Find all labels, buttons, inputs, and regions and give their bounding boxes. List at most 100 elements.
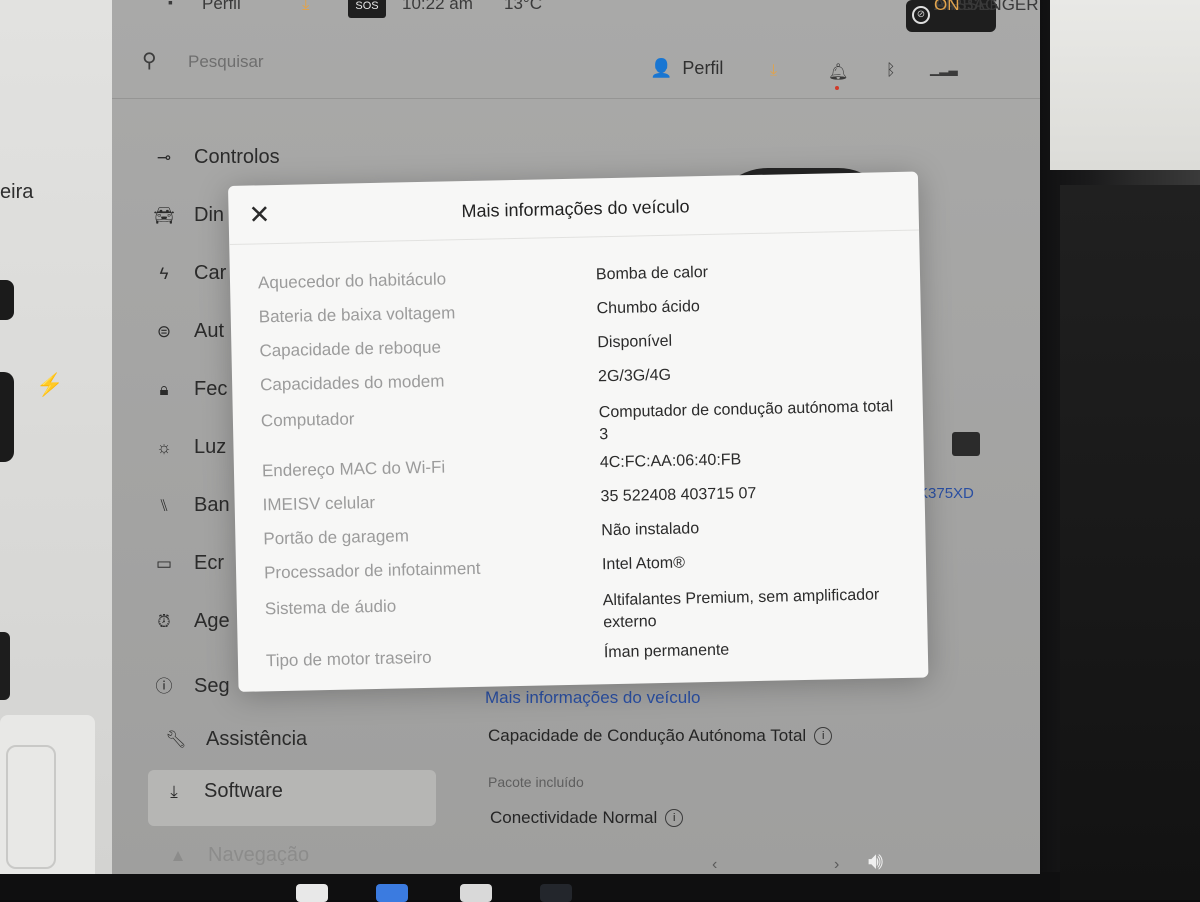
chevron-right-icon[interactable]: › <box>834 856 839 874</box>
status-download-icon: ⤓ <box>302 0 310 13</box>
sidebar-item-label: Seg <box>194 675 230 697</box>
dock-app-media[interactable] <box>376 884 408 902</box>
profile-label: Perfil <box>682 58 724 78</box>
topbar-divider <box>112 98 1040 99</box>
bluetooth-icon[interactable]: ᛒ <box>886 62 896 80</box>
search-input[interactable] <box>186 50 390 74</box>
dock-app-apps[interactable] <box>460 884 492 902</box>
panel-handle[interactable] <box>0 632 10 700</box>
sidebar-item-label: Luz <box>194 436 227 458</box>
charging-bolt-icon: ⚡ <box>36 372 64 397</box>
seat-icon: ⑊ <box>158 496 170 515</box>
info-key: Bateria de baixa voltagem <box>258 303 456 327</box>
info-value: Íman permanente <box>603 641 730 662</box>
info-row: Capacidade de reboque Disponível <box>259 328 899 361</box>
status-temperature: 13°C <box>504 0 542 13</box>
sidebar-item-autopilot[interactable]: ⊜ Aut <box>152 320 224 356</box>
modal-title: Mais informações do veículo <box>461 196 690 222</box>
sidebar-item-fechos[interactable]: 🔒︎ Fec <box>152 378 227 414</box>
sidebar-item-label: Navegação <box>208 844 310 866</box>
volume-icon[interactable]: 🔊︎ <box>868 848 883 874</box>
info-row: Capacidades do modem 2G/3G/4G <box>260 362 900 395</box>
sidebar-item-label: Fec <box>194 378 228 400</box>
info-key: Sistema de áudio <box>264 596 397 619</box>
sidebar-item-dinamica[interactable]: 🚘︎ Din <box>152 204 224 240</box>
more-vehicle-info-link[interactable]: Mais informações do veículo <box>485 688 700 708</box>
background-interior <box>1060 185 1200 900</box>
signal-icon: ▁▂▃ <box>930 62 958 76</box>
sidebar-item-label: Car <box>194 262 227 284</box>
profile-button[interactable]: 👤 Perfil <box>650 58 723 79</box>
display-icon: ▭ <box>155 554 173 573</box>
info-key: Portão de garagem <box>263 526 410 549</box>
alarm-icon: ⏰︎ <box>157 612 171 631</box>
info-icon[interactable]: i <box>665 809 684 827</box>
info-icon[interactable]: i <box>814 727 833 745</box>
info-value: Altifalantes Premium, sem amplificador e… <box>602 586 880 632</box>
sidebar-item-carregamento[interactable]: ϟ Car <box>152 262 227 298</box>
dock-app-navigation[interactable] <box>540 884 572 902</box>
chevron-left-icon[interactable]: ‹ <box>712 856 717 874</box>
info-key: Capacidades do modem <box>259 371 445 395</box>
sidebar-item-controlos[interactable]: ⊸ Controlos <box>152 146 280 182</box>
sidebar-item-software[interactable]: ⤓ Software <box>148 770 436 826</box>
info-value: Disponível <box>597 332 673 352</box>
info-value: Não instalado <box>601 520 700 540</box>
wrench-icon: 🔧︎ <box>165 730 187 749</box>
sidebar-item-luzes[interactable]: ☼ Luz <box>152 436 226 472</box>
info-row: IMEISV celular 35 522408 403715 07 <box>262 482 902 514</box>
screen-bezel-bottom <box>0 872 1060 900</box>
info-row: Endereço MAC do Wi-Fi 4C:FC:AA:06:40:FB <box>262 448 902 480</box>
background-window <box>1050 0 1200 170</box>
dock-app-phone[interactable] <box>296 884 328 902</box>
info-key: Processador de infotainment <box>263 558 481 583</box>
bell-icon[interactable]: 🔔︎ <box>828 62 848 82</box>
status-bar: ▪ Perfil ⤓ SOS 10:22 am 13°C ⊘ PASSENGER… <box>112 0 1040 32</box>
info-key: Aquecedor do habitáculo <box>257 269 447 293</box>
info-value: Intel Atom® <box>601 554 686 574</box>
sidebar-item-label: Controlos <box>194 146 280 168</box>
sidebar-item-assistencia[interactable]: 🔧︎ Assistência <box>164 728 307 764</box>
info-key: Tipo de motor traseiro <box>265 647 432 671</box>
info-value: 4C:FC:AA:06:40:FB <box>599 451 742 472</box>
sidebar-item-agenda[interactable]: ⏰︎ Age <box>152 610 230 646</box>
info-row: Processador de infotainment Intel Atom® <box>264 550 904 583</box>
sidebar-item-seguranca[interactable]: ⓘ Seg <box>152 672 230 708</box>
light-icon: ☼ <box>156 438 172 457</box>
car-icon: 🚘︎ <box>153 206 175 225</box>
connectivity-title-text: Conectividade Normal <box>490 808 658 827</box>
status-profile-label[interactable]: Perfil <box>202 0 241 14</box>
touchscreen: eira ⚡ ▪ Perfil ⤓ SOS 10:22 am 13°C ⊘ PA… <box>0 0 1040 874</box>
info-row: Sistema de áudio Altifalantes Premium, se… <box>265 586 905 631</box>
download-icon: ⤓ <box>170 782 178 801</box>
airbag-icon: ⊘ <box>912 6 930 24</box>
car-thumbnail[interactable] <box>0 715 95 874</box>
alert-icon: ⓘ <box>155 677 173 696</box>
search-icon[interactable]: ⚲ <box>142 48 157 73</box>
info-key: Endereço MAC do Wi-Fi <box>261 457 446 481</box>
info-row: Computador Computador de condução autónom… <box>261 398 901 443</box>
download-icon[interactable]: ⤓ <box>770 62 777 80</box>
screen-bezel-right <box>1040 0 1200 900</box>
sidebar-item-label: Ecr <box>194 552 224 574</box>
sidebar-item-ecra[interactable]: ▭ Ecr <box>152 552 224 588</box>
info-row: Aquecedor do habitáculo Bomba de calor <box>258 260 898 292</box>
car-view-panel: eira ⚡ <box>0 0 112 874</box>
notification-dot <box>835 86 839 90</box>
airbag-state: ON <box>934 0 960 14</box>
toggle-icon: ⊸ <box>156 148 172 167</box>
fsd-title: Capacidade de Condução Autónoma Total i <box>488 726 833 746</box>
user-icon: 👤 <box>650 58 673 78</box>
sidebar-item-label: Age <box>194 610 230 632</box>
info-value: 2G/3G/4G <box>597 366 672 386</box>
info-key: Computador <box>260 409 355 431</box>
sidebar-item-bancos[interactable]: ⑊ Ban <box>152 494 230 530</box>
lock-icon: 🔒︎ <box>159 380 169 399</box>
fsd-subtitle: Pacote incluído <box>488 774 584 790</box>
sidebar-item-label: Assistência <box>206 728 308 750</box>
sos-button[interactable]: SOS <box>348 0 386 18</box>
info-row: Bateria de baixa voltagem Chumbo ácido <box>259 294 899 326</box>
card-icon[interactable] <box>952 432 980 456</box>
sidebar-item-navegacao[interactable]: ▲ Navegação <box>166 844 310 874</box>
bolt-icon: ϟ <box>159 264 169 283</box>
